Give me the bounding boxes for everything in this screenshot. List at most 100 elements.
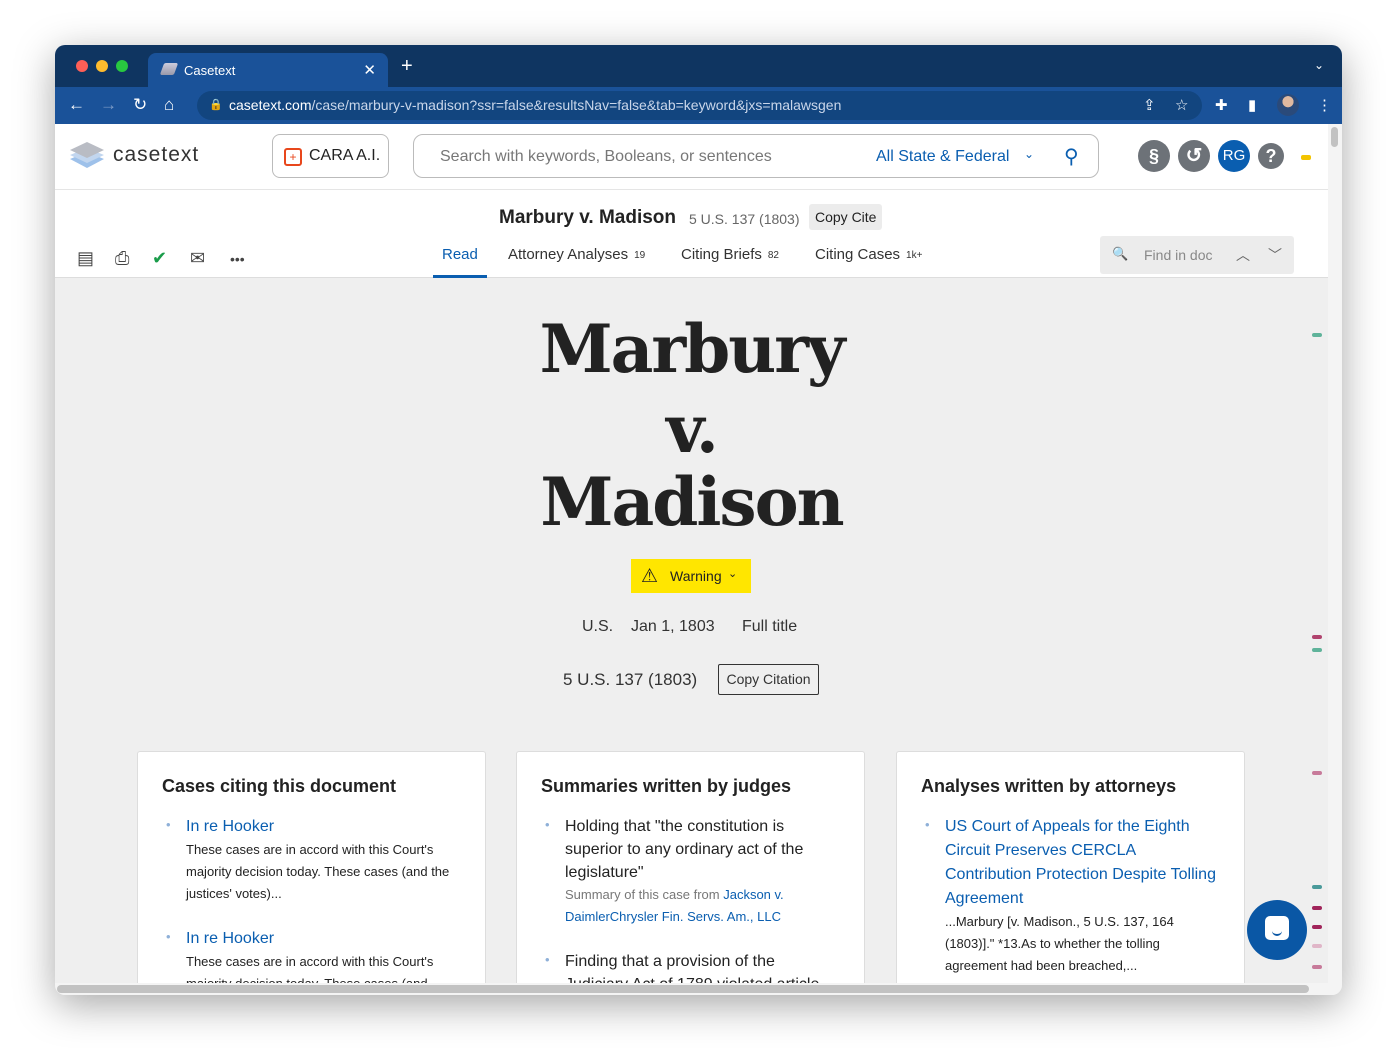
doc-title: Marbury v. Madison — [499, 207, 677, 228]
browser-window: Casetext ✕ + ⌄ ← → ↻ ⌂ 🔒 casetext.com/ca… — [55, 45, 1342, 995]
close-window-button[interactable] — [76, 60, 88, 72]
tab-search-chevron-icon[interactable]: ⌄ — [1314, 58, 1324, 72]
case-title-line: Madison — [540, 463, 844, 541]
card-title: Summaries written by judges — [541, 776, 792, 796]
copy-citation-button[interactable]: Copy Citation — [718, 664, 819, 695]
tab-citing-briefs[interactable]: Citing Briefs 82 — [681, 246, 779, 278]
back-icon[interactable]: ← — [68, 95, 85, 115]
home-icon[interactable]: ⌂ — [164, 95, 174, 115]
cases-citing-card: Cases citing this document In re Hooker … — [137, 751, 486, 995]
citation: 5 U.S. 137 (1803) — [563, 670, 698, 689]
decision-date: Jan 1, 1803 — [631, 618, 715, 635]
profile-avatar[interactable] — [1277, 94, 1299, 116]
more-icon[interactable]: ••• — [230, 251, 245, 267]
scroll-marker[interactable] — [1312, 333, 1322, 337]
minimize-window-button[interactable] — [96, 60, 108, 72]
app-header: casetext + CARA A.I. Search with keyword… — [55, 124, 1328, 190]
tab-title: Casetext — [184, 63, 236, 78]
chevron-down-icon: ⌄ — [728, 568, 738, 580]
chat-icon — [1265, 916, 1289, 940]
url-domain: casetext.com — [229, 97, 312, 113]
case-link[interactable]: In re Hooker — [186, 815, 461, 839]
browser-toolbar: ← → ↻ ⌂ 🔒 casetext.com/case/marbury-v-ma… — [55, 87, 1342, 124]
logo-text[interactable]: casetext — [113, 143, 199, 167]
extensions-icon[interactable]: ✚ — [1215, 96, 1228, 114]
tab-citing-cases[interactable]: Citing Cases 1k+ — [815, 246, 922, 278]
scroll-marker[interactable] — [1312, 635, 1322, 639]
list-item: US Court of Appeals for the Eighth Circu… — [921, 815, 1220, 977]
find-in-doc[interactable]: 🔍 Find in doc ︿ ﹀ — [1100, 236, 1294, 274]
warning-icon: ⚠ — [641, 566, 659, 587]
list-item: Holding that "the constitution is superi… — [541, 815, 840, 928]
print-icon[interactable]: ⎙ — [115, 248, 129, 269]
horizontal-scrollbar[interactable] — [55, 983, 1342, 995]
case-title-line: Marbury — [539, 310, 846, 388]
document-header: Marbury v. Madison 5 U.S. 137 (1803) Cop… — [55, 190, 1328, 278]
side-panel-icon[interactable]: ▮ — [1248, 96, 1256, 114]
maximize-window-button[interactable] — [116, 60, 128, 72]
scroll-marker[interactable] — [1312, 965, 1322, 969]
analysis-link[interactable]: US Court of Appeals for the Eighth Circu… — [945, 815, 1220, 911]
tab-read[interactable]: Read — [433, 246, 487, 278]
list-item: In re Hooker These cases are in accord w… — [162, 815, 461, 905]
card-title: Cases citing this document — [162, 776, 397, 796]
cara-upload-icon: + — [284, 148, 302, 166]
cara-ai-button[interactable]: + CARA A.I. — [272, 134, 389, 178]
close-tab-icon[interactable]: ✕ — [363, 61, 376, 79]
browser-menu-icon[interactable]: ⋮ — [1317, 96, 1332, 114]
search-icon[interactable]: ⚲ — [1064, 144, 1079, 169]
scroll-marker[interactable] — [1312, 771, 1322, 775]
share-icon[interactable]: ⇪ — [1143, 96, 1156, 114]
user-avatar[interactable]: RG — [1218, 140, 1250, 172]
find-input[interactable]: Find in doc — [1144, 247, 1212, 263]
chevron-down-icon[interactable]: ﹀ — [1268, 245, 1282, 265]
scroll-marker[interactable] — [1312, 944, 1322, 948]
chat-button[interactable] — [1247, 900, 1307, 960]
summary-text: Holding that "the constitution is superi… — [565, 818, 804, 881]
tab-bar: Casetext ✕ + ⌄ — [55, 45, 1342, 87]
scroll-marker[interactable] — [1312, 925, 1322, 929]
bookmark-star-icon[interactable]: ☆ — [1175, 96, 1188, 114]
new-tab-icon[interactable]: + — [401, 55, 413, 78]
chevron-down-icon[interactable]: ⌄ — [1024, 147, 1034, 161]
chevron-up-icon[interactable]: ︿ — [1236, 245, 1250, 265]
browser-tab[interactable]: Casetext ✕ — [148, 53, 388, 87]
vertical-scrollbar[interactable] — [1328, 124, 1342, 983]
help-icon[interactable]: ? — [1258, 143, 1284, 169]
search-input[interactable]: Search with keywords, Booleans, or sente… — [440, 148, 772, 166]
forward-icon[interactable]: → — [100, 95, 117, 115]
copy-cite-button[interactable]: Copy Cite — [809, 204, 883, 230]
casetext-favicon-icon — [159, 63, 179, 75]
email-icon[interactable]: ✉ — [190, 248, 205, 269]
search-box[interactable]: Search with keywords, Booleans, or sente… — [413, 134, 1099, 178]
judge-summaries-card: Summaries written by judges Holding that… — [516, 751, 865, 995]
cara-label: CARA A.I. — [309, 147, 381, 164]
history-icon[interactable]: ↺ — [1178, 140, 1210, 172]
full-title-link[interactable]: Full title — [742, 618, 797, 636]
scroll-marker[interactable] — [1312, 648, 1322, 652]
section-symbol-button[interactable]: § — [1138, 140, 1170, 172]
card-title: Analyses written by attorneys — [921, 776, 1177, 796]
case-snippet: These cases are in accord with this Cour… — [186, 842, 450, 901]
reload-icon[interactable]: ↻ — [133, 95, 147, 115]
doc-citation: 5 U.S. 137 (1803) — [689, 211, 800, 227]
lock-icon: 🔒 — [209, 99, 223, 111]
find-doc-icon: 🔍 — [1112, 246, 1129, 261]
notification-indicator — [1301, 155, 1311, 160]
scroll-marker[interactable] — [1312, 885, 1322, 889]
warning-label: Warning — [670, 568, 722, 584]
warning-badge[interactable]: ⚠ Warning ⌄ — [631, 559, 751, 593]
casetext-logo-icon[interactable] — [70, 142, 104, 168]
folder-check-icon[interactable]: ✔ — [152, 248, 167, 269]
case-link[interactable]: In re Hooker — [186, 927, 461, 951]
court: U.S. — [582, 618, 614, 635]
tab-attorney-analyses[interactable]: Attorney Analyses 19 — [508, 246, 645, 278]
summary-source-label: Summary of this case from — [565, 887, 724, 902]
attorney-analyses-card: Analyses written by attorneys US Court o… — [896, 751, 1245, 995]
scroll-marker[interactable] — [1312, 906, 1322, 910]
jurisdiction-select[interactable]: All State & Federal — [876, 148, 1009, 166]
analysis-snippet: ...Marbury [v. Madison., 5 U.S. 137, 164… — [945, 914, 1174, 973]
address-bar[interactable]: 🔒 casetext.com/case/marbury-v-madison?ss… — [197, 91, 1202, 120]
case-title-line: v. — [666, 390, 719, 468]
pdf-icon[interactable]: ▤ — [77, 248, 94, 269]
